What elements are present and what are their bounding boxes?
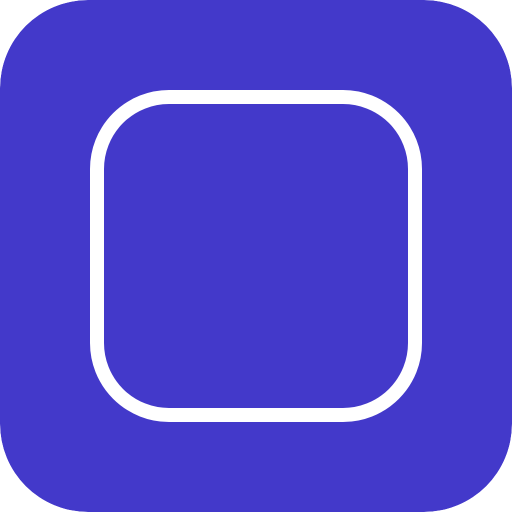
app-icon [0, 0, 512, 512]
icon-background [0, 0, 512, 512]
app-icon-graphic [0, 0, 512, 512]
